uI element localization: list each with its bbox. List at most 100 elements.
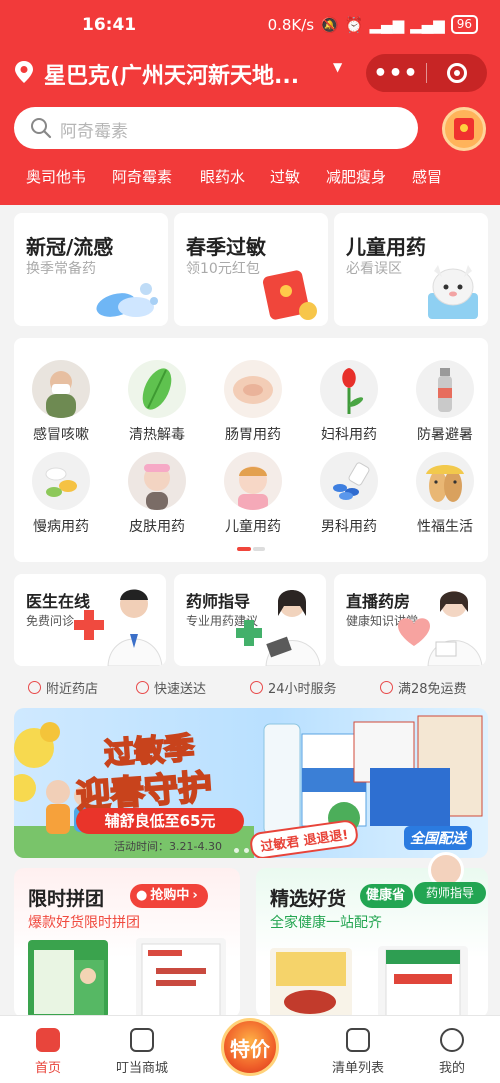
banner-national-delivery: 全国配送 (404, 826, 472, 850)
spray-icon (416, 360, 474, 418)
product-image[interactable] (136, 938, 226, 1018)
red-packet-button[interactable] (442, 107, 486, 151)
chevron-right-icon: › (192, 888, 198, 903)
pharmacist-floating-button[interactable]: 药师指导 (414, 852, 486, 904)
service-cards: 医生在线 免费问诊 药师指导 专业用药建议 直播药房 健康知识讲堂 (14, 574, 488, 666)
location-pin-icon (15, 61, 33, 83)
badge-label: 附近药店 (46, 682, 99, 697)
signal-icon-2: ▂▄▆ (410, 15, 445, 34)
product-box-icon (34, 950, 104, 1016)
tab-mall[interactable]: 叮当商城 (102, 1028, 182, 1076)
badge-free-shipping: 满28免运费 (380, 678, 467, 697)
tab-label: 叮当商城 (115, 1061, 168, 1076)
service-subtitle: 免费问诊 (26, 614, 75, 628)
feature-card-children[interactable]: 儿童用药 必看误区 (334, 213, 488, 326)
tab-home[interactable]: 首页 (8, 1028, 88, 1076)
chevron-down-icon[interactable]: ▼ (333, 60, 342, 74)
good-picks-subtitle: 全家健康一站配齐 (270, 915, 382, 931)
category-grid: 感冒咳嗽 清热解毒 肠胃用药 妇科用药 防暑避暑 慢病用药 皮肤用药 儿童用药 … (14, 338, 488, 562)
child-icon (224, 452, 282, 510)
service-badges: 附近药店 快速送达 24小时服务 满28免运费 (0, 676, 500, 698)
search-icon (31, 118, 52, 139)
feature-card-title: 新冠/流感 (26, 235, 114, 259)
mascot-icon (428, 265, 478, 319)
pharmacist-avatar-icon (236, 590, 321, 666)
hot-word[interactable]: 阿奇霉素 (112, 166, 172, 187)
group-buy-tag: ● 抢购中 › (130, 884, 208, 908)
skin-care-icon (128, 452, 186, 510)
category-label: 儿童用药 (225, 519, 281, 535)
miniapp-capsule: ••• (366, 54, 487, 92)
badge-24h: 24小时服务 (250, 678, 337, 697)
couple-icon (416, 452, 474, 510)
red-envelope-icon (262, 270, 317, 320)
product-box-icon (385, 949, 461, 1018)
shopping-bag-icon (130, 1028, 154, 1052)
category-item[interactable]: 清热解毒 (112, 360, 202, 450)
category-item[interactable]: 皮肤用药 (112, 452, 202, 542)
category-item[interactable]: 男科用药 (304, 452, 394, 542)
hot-word[interactable]: 眼药水 (200, 166, 245, 187)
alarm-icon: ⏰ (344, 15, 364, 34)
tab-label: 首页 (34, 1061, 61, 1076)
tab-list[interactable]: 清单列表 (318, 1028, 398, 1076)
cold-cough-icon (32, 360, 90, 418)
feature-card-subtitle: 领10元红包 (186, 261, 260, 277)
service-card-doctor[interactable]: 医生在线 免费问诊 (14, 574, 166, 666)
category-item[interactable]: 肠胃用药 (208, 360, 298, 450)
blue-pills-icon (320, 452, 378, 510)
tab-special-offer[interactable]: 特价 (221, 1018, 279, 1076)
banner-promo: 辅舒良低至65元 (76, 808, 244, 834)
product-image[interactable] (270, 948, 352, 1018)
search-bar[interactable]: 阿奇霉素 (14, 107, 418, 149)
category-item[interactable]: 妇科用药 (304, 360, 394, 450)
location-text[interactable]: 星巴克(广州天河新天地... (44, 58, 299, 90)
status-time: 16:41 (82, 15, 137, 35)
category-item[interactable]: 感冒咳嗽 (16, 360, 106, 450)
feature-card-title: 春季过敏 (186, 235, 266, 259)
good-picks-tag: 健康省 (360, 884, 414, 908)
feature-card-subtitle: 换季常备药 (26, 261, 96, 277)
profile-icon (440, 1028, 464, 1052)
badge-label: 快速送达 (154, 682, 207, 697)
feature-card-flu[interactable]: 新冠/流感 换季常备药 (14, 213, 168, 326)
badge-fast: 快速送达 (136, 678, 206, 697)
tab-mine[interactable]: 我的 (412, 1028, 492, 1076)
category-item[interactable]: 防暑避暑 (400, 360, 490, 450)
signal-icon: ▂▄▆ (369, 15, 405, 34)
good-picks-title: 精选好货 (270, 888, 347, 910)
category-item[interactable]: 儿童用药 (208, 452, 298, 542)
product-image[interactable] (28, 940, 108, 1018)
promo-banner[interactable]: 过敏季 迎春守护 辅舒良低至65元 活动时间：3.21-4.30 过敏君 退退退… (14, 708, 488, 858)
group-buy-module[interactable]: 限时拼团 ● 抢购中 › 爆款好货限时拼团 (14, 868, 240, 1018)
status-right: 0.8K/s 🔕 ⏰ ▂▄▆ ▂▄▆ 96 (268, 15, 478, 34)
category-label: 感冒咳嗽 (33, 427, 89, 443)
hot-word[interactable]: 过敏 (270, 166, 300, 187)
feature-cards: 新冠/流感 换季常备药 春季过敏 领10元红包 儿童用药 必看误区 (14, 213, 488, 326)
pills-icon (96, 283, 158, 317)
service-card-live[interactable]: 直播药房 健康知识讲堂 (334, 574, 486, 666)
tulip-icon (320, 360, 378, 418)
clock-icon (380, 681, 393, 694)
close-miniapp-button[interactable] (427, 63, 487, 83)
search-placeholder: 阿奇霉素 (60, 122, 128, 142)
red-packet-icon (454, 118, 474, 140)
category-item[interactable]: 慢病用药 (16, 452, 106, 542)
product-box-icon (276, 952, 346, 1014)
status-bar: 16:41 0.8K/s 🔕 ⏰ ▂▄▆ ▂▄▆ 96 (0, 0, 500, 50)
category-item[interactable]: 性福生活 (400, 452, 490, 542)
product-box-icon (141, 943, 221, 1018)
more-menu-button[interactable]: ••• (366, 61, 426, 86)
product-image[interactable] (378, 946, 468, 1018)
pills-icon (32, 452, 90, 510)
pharmacist-label: 药师指导 (414, 882, 486, 904)
category-label: 防暑避暑 (417, 427, 473, 443)
feature-card-allergy[interactable]: 春季过敏 领10元红包 (174, 213, 328, 326)
service-card-pharmacist[interactable]: 药师指导 专业用药建议 (174, 574, 326, 666)
category-label: 男科用药 (321, 519, 377, 535)
hot-word[interactable]: 奥司他韦 (26, 166, 86, 187)
group-buy-title: 限时拼团 (28, 888, 105, 910)
delivery-icon (136, 681, 149, 694)
hot-word[interactable]: 减肥瘦身 (326, 166, 386, 187)
hot-word[interactable]: 感冒 (412, 166, 442, 187)
